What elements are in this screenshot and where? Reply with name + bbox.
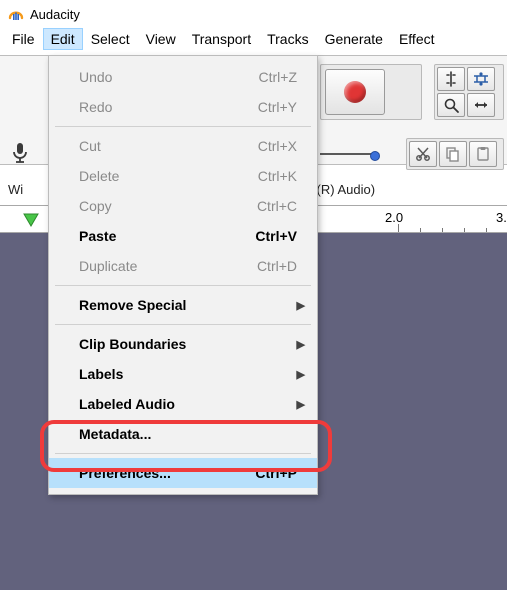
record-icon (344, 81, 366, 103)
menu-view[interactable]: View (138, 28, 184, 50)
envelope-tool[interactable] (467, 67, 495, 91)
menu-item-shortcut: Ctrl+Y (258, 99, 297, 115)
menu-item-shortcut: Ctrl+V (255, 228, 297, 244)
ruler-tick: 3. (496, 210, 507, 225)
menu-item-label: Duplicate (79, 258, 137, 274)
menu-item-shortcut: Ctrl+P (255, 465, 297, 481)
menu-separator (55, 324, 311, 325)
menu-item-label: Undo (79, 69, 112, 85)
menu-effect[interactable]: Effect (391, 28, 443, 50)
menu-item-label: Paste (79, 228, 116, 244)
menu-labeled-audio[interactable]: Labeled Audio ▶ (49, 389, 317, 419)
host-label-fragment: Wi (8, 182, 23, 197)
menu-item-label: Labeled Audio (79, 396, 175, 412)
menu-delete[interactable]: Delete Ctrl+K (49, 161, 317, 191)
tools-toolbar (434, 64, 504, 120)
menu-copy[interactable]: Copy Ctrl+C (49, 191, 317, 221)
cut-tool[interactable] (409, 141, 437, 167)
menu-item-shortcut: Ctrl+X (258, 138, 297, 154)
submenu-arrow-icon: ▶ (297, 338, 305, 351)
menu-item-label: Cut (79, 138, 101, 154)
submenu-arrow-icon: ▶ (297, 368, 305, 381)
menu-item-shortcut: Ctrl+Z (259, 69, 298, 85)
menu-bar: File Edit Select View Transport Tracks G… (0, 26, 507, 52)
edit-menu-dropdown: Undo Ctrl+Z Redo Ctrl+Y Cut Ctrl+X Delet… (48, 55, 318, 495)
menu-file[interactable]: File (4, 28, 43, 50)
meter-fragment (320, 136, 392, 166)
menu-labels[interactable]: Labels ▶ (49, 359, 317, 389)
menu-item-label: Preferences... (79, 465, 171, 481)
menu-select[interactable]: Select (83, 28, 138, 50)
menu-duplicate[interactable]: Duplicate Ctrl+D (49, 251, 317, 281)
menu-item-shortcut: Ctrl+K (258, 168, 297, 184)
menu-cut[interactable]: Cut Ctrl+X (49, 131, 317, 161)
menu-generate[interactable]: Generate (317, 28, 391, 50)
menu-item-label: Remove Special (79, 297, 186, 313)
zoom-tool[interactable] (437, 93, 465, 117)
title-bar: Audacity (0, 0, 507, 26)
window-title: Audacity (30, 7, 80, 22)
menu-remove-special[interactable]: Remove Special ▶ (49, 290, 317, 320)
menu-item-label: Clip Boundaries (79, 336, 186, 352)
selection-tool[interactable] (437, 67, 465, 91)
mic-icon (8, 140, 36, 168)
record-button[interactable] (325, 69, 385, 115)
menu-undo[interactable]: Undo Ctrl+Z (49, 62, 317, 92)
menu-clip-boundaries[interactable]: Clip Boundaries ▶ (49, 329, 317, 359)
menu-tracks[interactable]: Tracks (259, 28, 316, 50)
edit-toolbar (406, 138, 504, 170)
submenu-arrow-icon: ▶ (297, 299, 305, 312)
menu-preferences[interactable]: Preferences... Ctrl+P (49, 458, 317, 488)
menu-item-shortcut: Ctrl+C (257, 198, 297, 214)
copy-tool[interactable] (439, 141, 467, 167)
menu-metadata[interactable]: Metadata... (49, 419, 317, 449)
menu-item-label: Redo (79, 99, 112, 115)
menu-item-label: Metadata... (79, 426, 151, 442)
timeshift-tool[interactable] (467, 93, 495, 117)
playhead-marker-icon (22, 212, 40, 231)
submenu-arrow-icon: ▶ (297, 398, 305, 411)
menu-item-label: Labels (79, 366, 123, 382)
menu-separator (55, 126, 311, 127)
transport-toolbar-fragment (320, 64, 422, 120)
menu-item-shortcut: Ctrl+D (257, 258, 297, 274)
menu-edit[interactable]: Edit (43, 28, 83, 50)
menu-transport[interactable]: Transport (184, 28, 259, 50)
menu-item-label: Copy (79, 198, 112, 214)
menu-paste[interactable]: Paste Ctrl+V (49, 221, 317, 251)
menu-item-label: Delete (79, 168, 119, 184)
paste-tool[interactable] (469, 141, 497, 167)
input-device-fragment: k(R) Audio) (310, 182, 375, 197)
menu-separator (55, 285, 311, 286)
menu-separator (55, 453, 311, 454)
audacity-logo-icon (8, 6, 24, 22)
ruler-tick: 2.0 (385, 210, 403, 225)
menu-redo[interactable]: Redo Ctrl+Y (49, 92, 317, 122)
